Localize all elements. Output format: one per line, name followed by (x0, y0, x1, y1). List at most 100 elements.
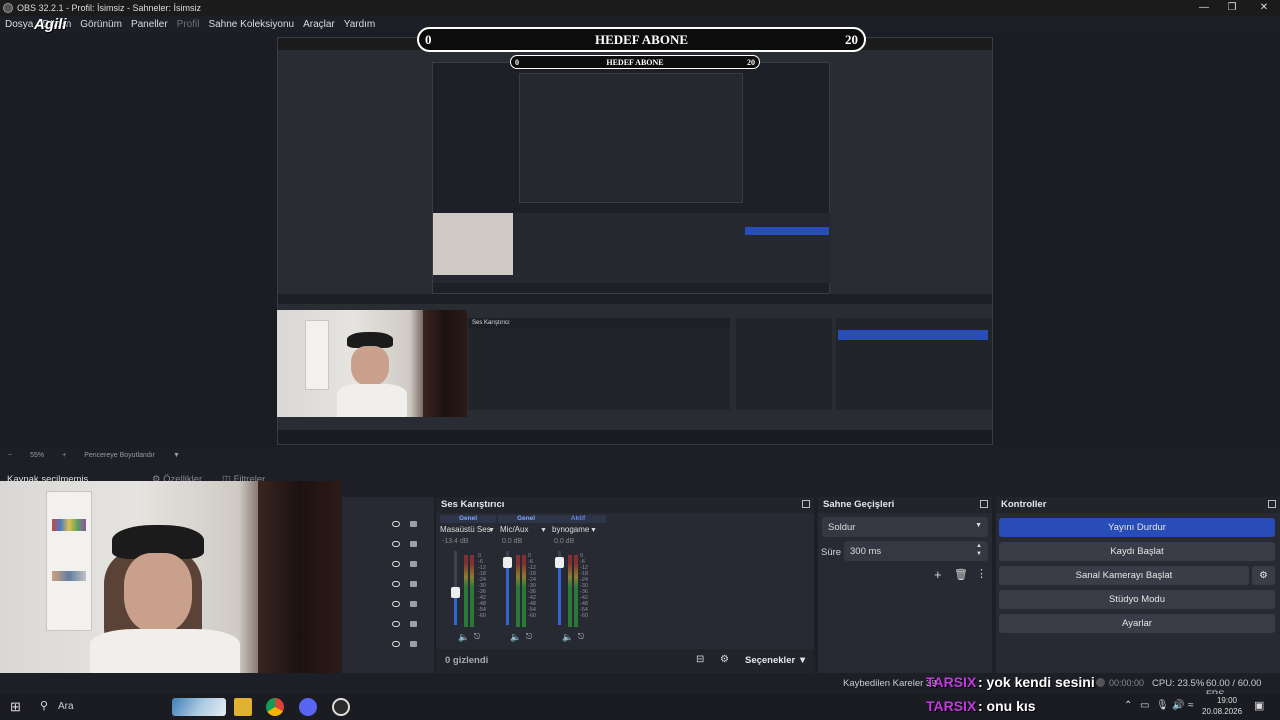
visibility-eye-icon[interactable] (392, 581, 400, 587)
lock-icon[interactable] (410, 581, 417, 587)
speaker-icon[interactable]: 🔈 (562, 632, 573, 643)
monitor-icon[interactable]: ⎋ (526, 632, 532, 642)
audio-meter (516, 555, 520, 627)
close-button[interactable]: ✕ (1248, 0, 1280, 16)
audio-meter (470, 555, 474, 627)
goal-title-nested: HEDEF ABONE (606, 57, 664, 67)
channel-name: bynogame (552, 525, 590, 534)
transition-select[interactable]: Soldur ▼ (822, 517, 988, 537)
search-icon[interactable]: ⚲ (40, 699, 48, 712)
monitor-icon[interactable]: ⎋ (578, 632, 584, 642)
status-bar: Kaybedilen Kareler 39 TARSIX : yok kendi… (0, 673, 1280, 700)
start-virtual-camera-button[interactable]: Sanal Kamerayı Başlat (999, 566, 1249, 585)
channel-db: 0.0 dB (502, 538, 523, 545)
lock-icon[interactable] (410, 561, 417, 567)
visibility-eye-icon[interactable] (392, 521, 400, 527)
discord-icon[interactable] (299, 698, 317, 716)
menu-yardim[interactable]: Yardım (344, 19, 376, 30)
fit-to-window[interactable]: Pencereye Boyutlandır (84, 452, 155, 459)
microphone-icon[interactable]: 🎙 (1156, 700, 1169, 711)
nested-screen-3 (519, 73, 743, 203)
chat-user: TARSIX (926, 698, 977, 714)
zoom-in-icon[interactable]: + (62, 452, 66, 459)
mixer-options-label: Seçenekler (745, 655, 796, 666)
audio-meter (574, 555, 578, 627)
advanced-audio-icon[interactable]: ⚙ (720, 654, 729, 665)
notification-icon[interactable]: ▣ (1254, 699, 1264, 712)
network-icon[interactable]: ▭ (1140, 700, 1149, 711)
menu-profil[interactable]: Profil (177, 19, 200, 30)
volume-slider-handle[interactable] (451, 586, 460, 598)
duration-input[interactable]: 300 ms ▲ ▼ (844, 541, 988, 561)
studio-mode-button[interactable]: Stüdyo Modu (999, 590, 1275, 609)
zoom-out-icon[interactable]: − (8, 452, 12, 459)
mixer-footer: 0 gizlendi ⊟ ⚙ Seçenekler ▼ (436, 649, 814, 673)
mixer-options-button[interactable]: Seçenekler ▼ (745, 655, 807, 666)
visibility-eye-icon[interactable] (392, 641, 400, 647)
menu-araclar[interactable]: Araçlar (303, 19, 335, 30)
visibility-eye-icon[interactable] (392, 621, 400, 627)
preview-controls: − 55% + Pencereye Boyutlandır ▼ (0, 447, 1280, 463)
volume-slider-handle[interactable] (555, 557, 564, 569)
chrome-icon[interactable] (266, 698, 284, 716)
cpu-usage: CPU: 23.5% (1152, 678, 1205, 689)
file-explorer-icon[interactable] (234, 698, 252, 716)
tray-chevron-icon[interactable]: ⌃ (1124, 700, 1132, 711)
visibility-eye-icon[interactable] (392, 601, 400, 607)
spinner-icon[interactable]: ▲ ▼ (976, 542, 982, 558)
more-options-icon[interactable]: ⋮ (976, 567, 987, 580)
settings-button[interactable]: Ayarlar (999, 614, 1275, 633)
mixer-title: Ses Karıştırıcı (436, 497, 814, 513)
lock-icon[interactable] (410, 621, 417, 627)
goal-overlay: 0 HEDEF ABONE 20 (417, 27, 866, 52)
stop-streaming-button[interactable]: Yayını Durdur (999, 518, 1275, 537)
delete-transition-icon[interactable]: 🗑 (954, 568, 968, 581)
undock-icon[interactable] (1268, 500, 1276, 508)
lock-icon[interactable] (410, 521, 417, 527)
undock-icon[interactable] (980, 500, 988, 508)
channel-menu-icon[interactable]: ▼ (540, 527, 547, 534)
obs-app-icon (3, 3, 13, 13)
taskbar-search-input[interactable]: Ara (58, 701, 74, 712)
windows-start-icon[interactable]: ⊞ (10, 699, 21, 715)
visibility-eye-icon[interactable] (392, 541, 400, 547)
menu-dosya[interactable]: Dosya (5, 19, 33, 30)
chevron-down-icon[interactable]: ▼ (173, 452, 180, 459)
meter-scale: 0 -6 -12 -18 -24 -30 -36 -42 -48 -54 -60 (580, 553, 588, 619)
audio-meter (568, 555, 572, 627)
clock-time[interactable]: 19:00 (1208, 696, 1246, 705)
volume-icon[interactable]: 🔊 (1172, 700, 1184, 711)
layout-icon[interactable]: ⊟ (696, 654, 704, 665)
menu-sahne-koleksiyonu[interactable]: Sahne Koleksiyonu (208, 19, 294, 30)
lock-icon[interactable] (410, 541, 417, 547)
add-transition-icon[interactable]: + (934, 567, 942, 582)
monitor-icon[interactable]: ⎋ (474, 632, 480, 642)
preview-canvas[interactable]: Ses Karıştırıcı 0 HEDEF ABONE 20 0 HEDEF… (0, 27, 1280, 447)
start-recording-button[interactable]: Kaydı Başlat (999, 542, 1275, 561)
webcam-overlay (0, 481, 341, 673)
chat-message: : onu kıs (978, 698, 1036, 714)
duration-value: 300 ms (850, 545, 882, 557)
wifi-icon[interactable]: ≈ (1188, 700, 1194, 711)
nested-screen-2 (432, 62, 831, 294)
maximize-button[interactable]: ❒ (1216, 0, 1248, 16)
undock-icon[interactable] (802, 500, 810, 508)
obs-taskbar-icon[interactable] (332, 698, 350, 716)
lock-icon[interactable] (410, 641, 417, 647)
visibility-eye-icon[interactable] (392, 561, 400, 567)
goal-overlay-nested: 0 HEDEF ABONE 20 (510, 55, 760, 69)
nested-cam-2 (433, 213, 513, 275)
channel-menu-icon[interactable]: ▼ (488, 527, 495, 534)
lock-icon[interactable] (410, 601, 417, 607)
menu-paneller[interactable]: Paneller (131, 19, 168, 30)
windows-taskbar: ⊞ ⚲ Ara TARSIX : onu kıs ⌃ ▭ 🎙 🔊 ≈ 19:00… (0, 694, 1280, 720)
speaker-icon[interactable]: 🔈 (510, 632, 521, 643)
channel-menu-icon[interactable]: ▼ (590, 527, 597, 534)
nested-strip (278, 294, 992, 304)
speaker-icon[interactable]: 🔈 (458, 632, 469, 643)
virtual-camera-settings-gear-icon[interactable]: ⚙ (1252, 566, 1275, 585)
channel-db: -13.4 dB (442, 538, 469, 545)
meter-scale-tick: -60 (478, 613, 486, 619)
clock-date[interactable]: 20.08.2026 (1202, 707, 1242, 716)
volume-slider-handle[interactable] (503, 557, 512, 569)
